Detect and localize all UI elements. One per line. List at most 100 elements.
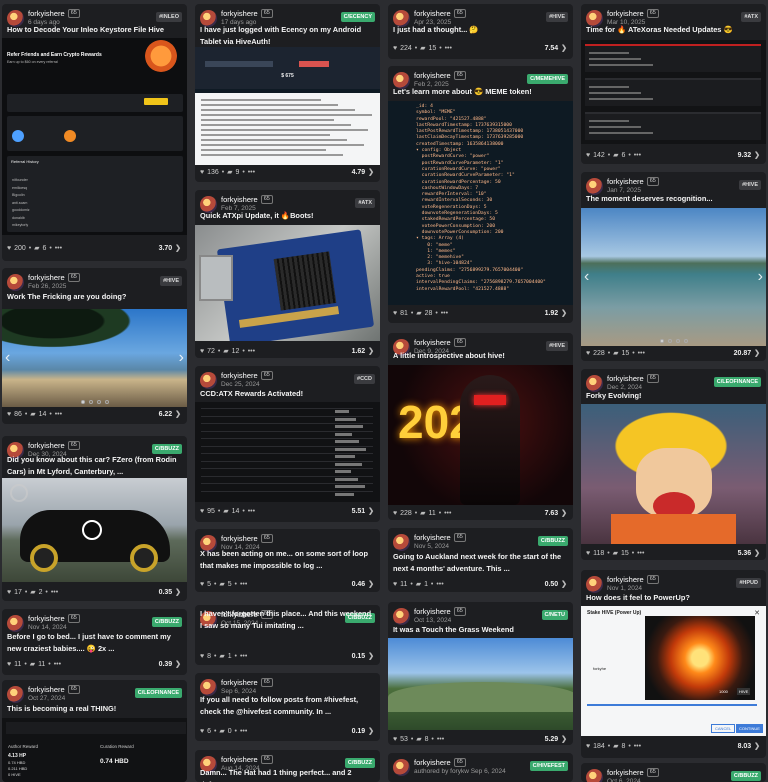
avatar[interactable]: [7, 615, 24, 632]
vote-count[interactable]: 11: [14, 661, 21, 668]
slide-dot[interactable]: [675, 339, 680, 343]
comment-icon[interactable]: ▰: [416, 736, 423, 743]
post-title[interactable]: It was a Touch the Grass Weekend: [393, 624, 568, 636]
payout-value[interactable]: 5.29 ❯: [545, 735, 568, 743]
community-tag[interactable]: C/NETU: [541, 610, 568, 620]
post-image[interactable]: [195, 225, 380, 341]
vote-count[interactable]: 118: [593, 550, 604, 557]
post-card[interactable]: forkyishere 65 Oct 27, 2024 C/LEOFINANCE Thi…: [2, 680, 187, 782]
comment-count[interactable]: 12: [232, 348, 240, 355]
heart-icon[interactable]: ♥: [586, 743, 592, 750]
cancel-button[interactable]: CANCEL: [711, 724, 736, 733]
avatar[interactable]: [200, 372, 217, 389]
post-title[interactable]: This is becoming a real THING!: [7, 703, 182, 715]
post-title[interactable]: I have just logged with Ecency on my And…: [200, 24, 375, 48]
vote-count[interactable]: 81: [400, 310, 408, 317]
post-card[interactable]: forkyishere 65 Jan 7, 2025 #HIVE The moment …: [581, 172, 766, 361]
comment-icon[interactable]: ▰: [227, 169, 234, 176]
heart-icon[interactable]: ♥: [393, 510, 399, 517]
post-card[interactable]: forkyishere 65 Oct 15, 2024 C/BBUZZ I haven'…: [195, 605, 380, 665]
post-card[interactable]: forkyishere 65 Feb 2, 2025 C/MEMEHIVE Let's …: [388, 66, 573, 323]
heart-icon[interactable]: ♥: [200, 169, 206, 176]
avatar[interactable]: [393, 608, 410, 625]
more-icon[interactable]: •••: [634, 152, 641, 159]
comment-icon[interactable]: ▰: [30, 661, 37, 668]
avatar[interactable]: [586, 769, 603, 782]
author-name[interactable]: forkyishere: [221, 534, 258, 543]
slide-dot[interactable]: [683, 339, 688, 343]
post-title[interactable]: Forky Evolving!: [586, 390, 761, 402]
author-name[interactable]: forkyishere: [414, 533, 451, 542]
more-icon[interactable]: •••: [436, 581, 443, 588]
comment-icon[interactable]: ▰: [613, 350, 620, 357]
author-name[interactable]: forkyishere: [221, 195, 258, 204]
post-image[interactable]: [581, 404, 766, 544]
payout-value[interactable]: 5.51 ❯: [352, 507, 375, 515]
slide-dot[interactable]: [104, 400, 109, 404]
post-card[interactable]: forkyishere 65 Dec 9, 2024 #HIVE A little in…: [388, 333, 573, 520]
avatar[interactable]: [7, 274, 24, 291]
post-title[interactable]: CCD:ATX Rewards Activated!: [200, 388, 375, 400]
author-name[interactable]: forkyishere: [607, 575, 644, 584]
payout-value[interactable]: 1.62 ❯: [352, 347, 375, 355]
more-icon[interactable]: •••: [248, 508, 255, 515]
community-tag[interactable]: #CCD: [354, 374, 375, 384]
vote-count[interactable]: 224: [400, 45, 412, 52]
heart-icon[interactable]: ♥: [393, 581, 399, 588]
comment-count[interactable]: 11: [428, 510, 435, 517]
vote-count[interactable]: 11: [400, 581, 407, 588]
author-name[interactable]: forkyishere: [221, 755, 258, 764]
heart-icon[interactable]: ♥: [393, 45, 399, 52]
post-card[interactable]: forkyishere 65 Nov 14, 2024 C/BBUZZ Before I…: [2, 609, 187, 675]
post-card[interactable]: forkyishere 65 Sep 6, 2024 If you all need …: [195, 673, 380, 741]
comment-count[interactable]: 15: [428, 45, 436, 52]
comment-icon[interactable]: ▰: [219, 653, 226, 660]
post-card[interactable]: forkyishere 65 6 days ago #INLEO How to Deco…: [2, 4, 187, 261]
post-image[interactable]: [388, 638, 573, 730]
post-title[interactable]: X has been acting on me... on some sort …: [200, 548, 375, 572]
payout-value[interactable]: 1.92 ❯: [545, 309, 568, 317]
payout-value[interactable]: 0.35 ❯: [159, 588, 182, 596]
author-name[interactable]: forkyishere: [414, 71, 451, 80]
more-icon[interactable]: •••: [445, 45, 452, 52]
heart-icon[interactable]: ♥: [586, 550, 592, 557]
vote-count[interactable]: 200: [14, 245, 26, 252]
slide-dot[interactable]: [80, 400, 85, 404]
post-card[interactable]: forkyishere 65 Apr 23, 2025 #HIVE I just had…: [388, 4, 573, 59]
comment-icon[interactable]: ▰: [613, 743, 620, 750]
community-tag[interactable]: #ATX: [741, 12, 761, 22]
post-card[interactable]: forkyishere 65 Mar 10, 2025 #ATX Time for 🔥 …: [581, 4, 766, 164]
heart-icon[interactable]: ♥: [200, 728, 206, 735]
more-icon[interactable]: •••: [437, 736, 444, 743]
post-card[interactable]: forkyishere 65 Nov 14, 2024 X has been acti…: [195, 529, 380, 592]
post-image[interactable]: Stake HIVE (Power Up) ✕ forkyhe 1000 HIV…: [581, 606, 766, 736]
author-name[interactable]: forkyishere: [414, 338, 451, 347]
more-icon[interactable]: •••: [51, 589, 58, 596]
more-icon[interactable]: •••: [248, 348, 255, 355]
payout-value[interactable]: 20.87 ❯: [734, 349, 761, 357]
post-image[interactable]: Refer Friends and Earn Crypto Rewards Ea…: [2, 38, 187, 235]
slide-dots[interactable]: [659, 339, 688, 343]
vote-count[interactable]: 86: [14, 411, 22, 418]
avatar[interactable]: [393, 534, 410, 551]
post-card[interactable]: forkyishere 65 17 days ago C/ECENCY I have j…: [195, 4, 380, 182]
post-image[interactable]: ‹ ›: [2, 309, 187, 407]
vote-count[interactable]: 95: [207, 508, 215, 515]
post-title[interactable]: How does it feel to PowerUp?: [586, 592, 761, 604]
vote-count[interactable]: 17: [14, 589, 22, 596]
post-title[interactable]: Time for 🔥 ATeXoras Needed Updates 😎: [586, 24, 761, 36]
post-image[interactable]: $ 675: [195, 47, 380, 165]
community-tag[interactable]: #HIVE: [546, 12, 568, 22]
author-name[interactable]: forkyishere: [221, 678, 258, 687]
more-icon[interactable]: •••: [240, 653, 247, 660]
post-image[interactable]: _id: 4 symbol: "MEME" rewardPool: "421527.…: [388, 101, 573, 305]
slide-dot[interactable]: [88, 400, 93, 404]
heart-icon[interactable]: ♥: [200, 348, 206, 355]
slide-dot[interactable]: [659, 339, 664, 343]
comment-count[interactable]: 15: [621, 550, 629, 557]
vote-count[interactable]: 5: [207, 581, 211, 588]
vote-count[interactable]: 53: [400, 736, 408, 743]
heart-icon[interactable]: ♥: [200, 653, 206, 660]
payout-value[interactable]: 7.63 ❯: [545, 509, 568, 517]
post-title[interactable]: The moment deserves recognition...: [586, 193, 761, 205]
